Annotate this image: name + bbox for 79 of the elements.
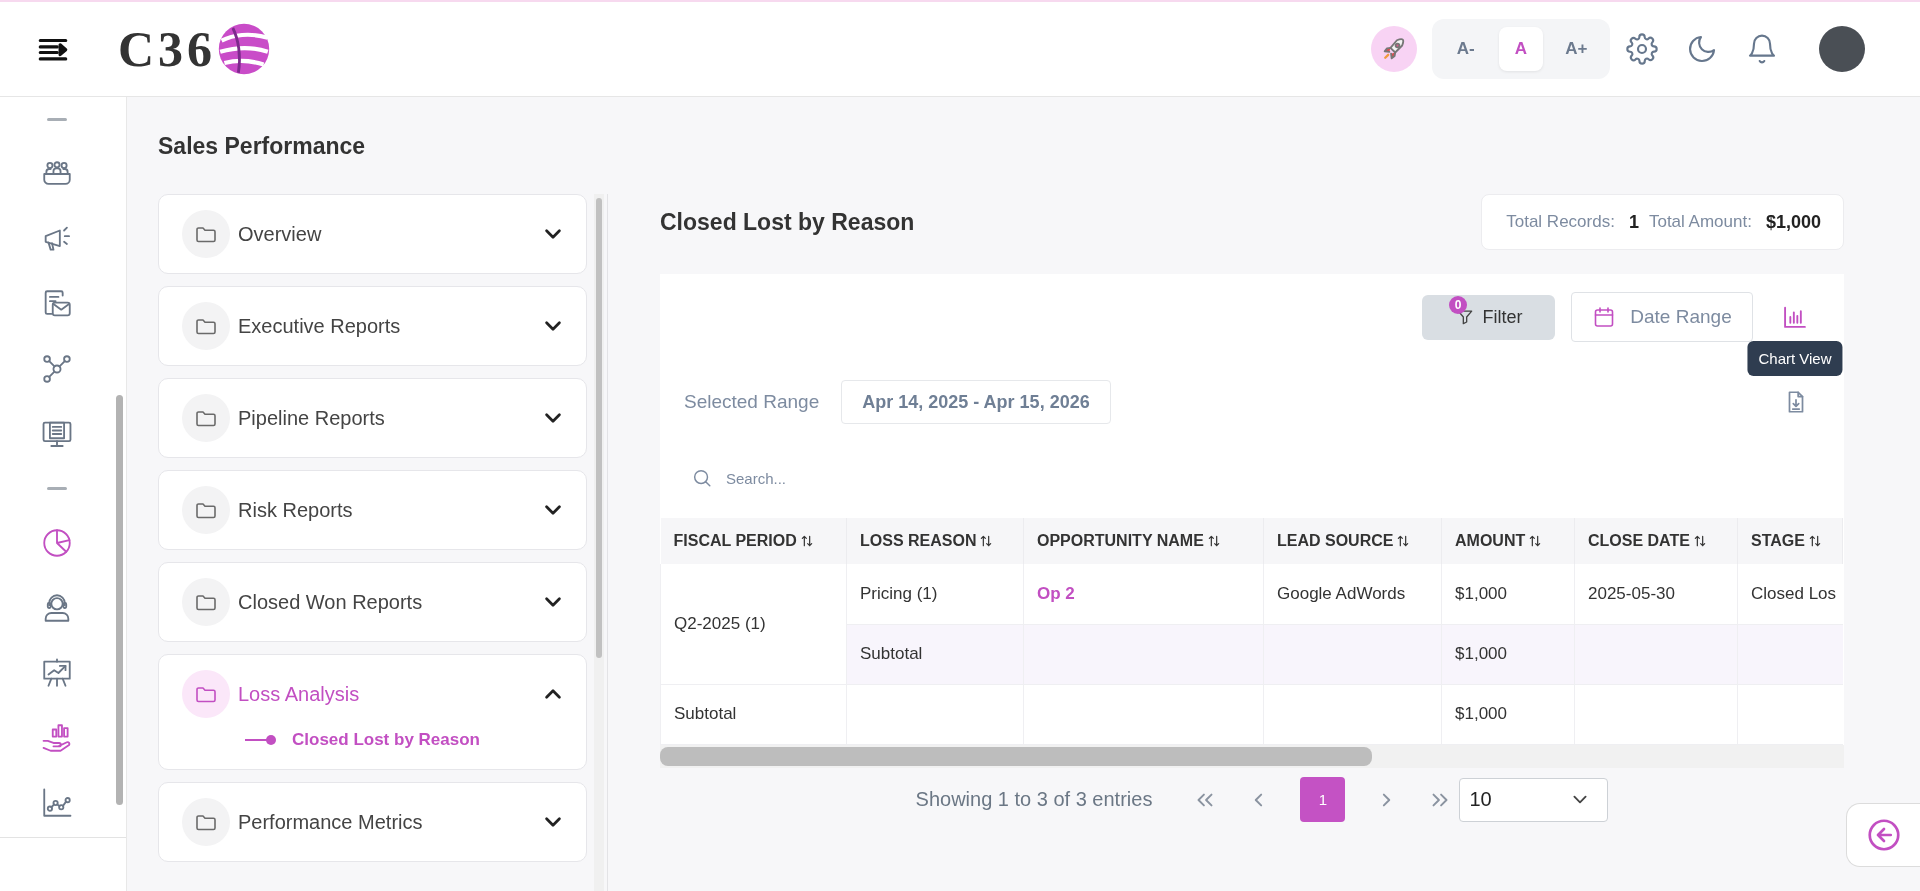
chevron-down-icon: [1573, 795, 1588, 804]
filter-button[interactable]: 0 Filter: [1422, 294, 1555, 340]
accordion-header[interactable]: Risk Reports: [159, 471, 586, 549]
table-cell: Subtotal: [660, 684, 847, 744]
accordion-label: Performance Metrics: [238, 810, 423, 834]
font-size-button[interactable]: A: [1499, 27, 1543, 71]
accordion-header[interactable]: Closed Won Reports: [159, 563, 586, 641]
logo-text: C36: [118, 20, 217, 78]
tooltip: Chart View: [1747, 341, 1843, 376]
accordion-label: Loss Analysis: [238, 682, 360, 706]
table-cell: Google AdWords: [1263, 564, 1442, 624]
column-header[interactable]: CLOSE DATE: [1588, 532, 1690, 550]
horizontal-scrollbar[interactable]: [660, 744, 1844, 768]
accordion-label: Executive Reports: [238, 314, 401, 338]
accordion-header[interactable]: Executive Reports: [159, 287, 586, 365]
date-range-button[interactable]: Date Range: [1571, 292, 1753, 342]
scrollbar[interactable]: [594, 194, 604, 891]
page-title: Sales Performance: [158, 132, 367, 160]
selected-range-label: Selected Range: [684, 391, 820, 413]
accordion-header[interactable]: Pipeline Reports: [159, 379, 586, 457]
accordion-header[interactable]: Performance Metrics: [159, 783, 586, 861]
folder-icon: [182, 302, 230, 350]
rocket-button[interactable]: [1371, 26, 1417, 72]
accordion-label: Overview: [238, 222, 322, 246]
summary-label: Total Records:: [1506, 212, 1615, 232]
chevron-up-icon: [545, 689, 561, 699]
table-cell: $1,000: [1441, 684, 1575, 744]
report-title: Closed Lost by Reason: [660, 208, 915, 236]
accordion-label: Risk Reports: [238, 498, 353, 522]
search-icon: [691, 467, 713, 489]
chevron-down-icon: [545, 505, 561, 515]
folder-icon: [182, 578, 230, 626]
filter-count-badge: 0: [1449, 295, 1467, 314]
page-button[interactable]: 1: [1300, 777, 1346, 822]
table-cell: 2025-05-30: [1574, 564, 1738, 624]
chevron-down-icon: [545, 597, 561, 607]
scrollbar[interactable]: [116, 395, 123, 805]
folder-icon: [182, 486, 230, 534]
chevron-down-icon: [545, 413, 561, 423]
column-header[interactable]: FISCAL PERIOD: [673, 532, 797, 550]
page-size-select[interactable]: 10: [1459, 777, 1609, 822]
summary-value: $1,000: [1765, 211, 1821, 233]
folder-icon: [182, 798, 230, 846]
font-size-button[interactable]: A-: [1443, 27, 1488, 71]
report-link[interactable]: Closed Lost by Reason: [292, 730, 480, 750]
moon-icon[interactable]: [1686, 33, 1718, 65]
page-size-value: 10: [1469, 788, 1492, 811]
chevron-down-icon: [545, 229, 561, 239]
column-header[interactable]: STAGE: [1751, 532, 1805, 550]
summary-label: Total Amount:: [1648, 212, 1752, 232]
avatar[interactable]: [1819, 26, 1865, 72]
column-header[interactable]: AMOUNT: [1455, 532, 1526, 550]
table-cell: Subtotal: [846, 624, 1024, 684]
column-header[interactable]: LEAD SOURCE: [1277, 532, 1394, 550]
accordion-header[interactable]: Overview: [159, 195, 586, 273]
table-cell: Closed Los: [1737, 564, 1843, 624]
folder-icon: [182, 210, 230, 258]
accordion-header[interactable]: Loss Analysis: [159, 655, 586, 733]
search-field[interactable]: Search...: [724, 468, 1024, 488]
column-header[interactable]: LOSS REASON: [860, 532, 977, 550]
settings-icon[interactable]: [1626, 33, 1658, 65]
back-button[interactable]: [1846, 803, 1920, 867]
date-range-chip: Apr 14, 2025 - Apr 15, 2026: [841, 380, 1111, 424]
entries-summary: Showing 1 to 3 of 3 entries: [915, 788, 1153, 811]
font-size-button[interactable]: A+: [1554, 27, 1599, 71]
table-cell: Q2-2025 (1): [660, 564, 847, 684]
folder-icon: [182, 670, 230, 718]
table-cell: $1,000: [1441, 624, 1575, 684]
column-header[interactable]: OPPORTUNITY NAME: [1037, 532, 1204, 550]
notification-bell-icon[interactable]: [1746, 33, 1778, 65]
summary-value: 1: [1628, 211, 1639, 233]
folder-icon: [182, 394, 230, 442]
table-cell: $1,000: [1441, 564, 1575, 624]
opportunity-link[interactable]: Op 2: [1037, 583, 1075, 603]
chevron-down-icon: [545, 321, 561, 331]
chevron-down-icon: [545, 817, 561, 827]
accordion-label: Pipeline Reports: [238, 406, 385, 430]
accordion-label: Closed Won Reports: [238, 590, 423, 614]
table-cell: Pricing (1): [846, 564, 1024, 624]
